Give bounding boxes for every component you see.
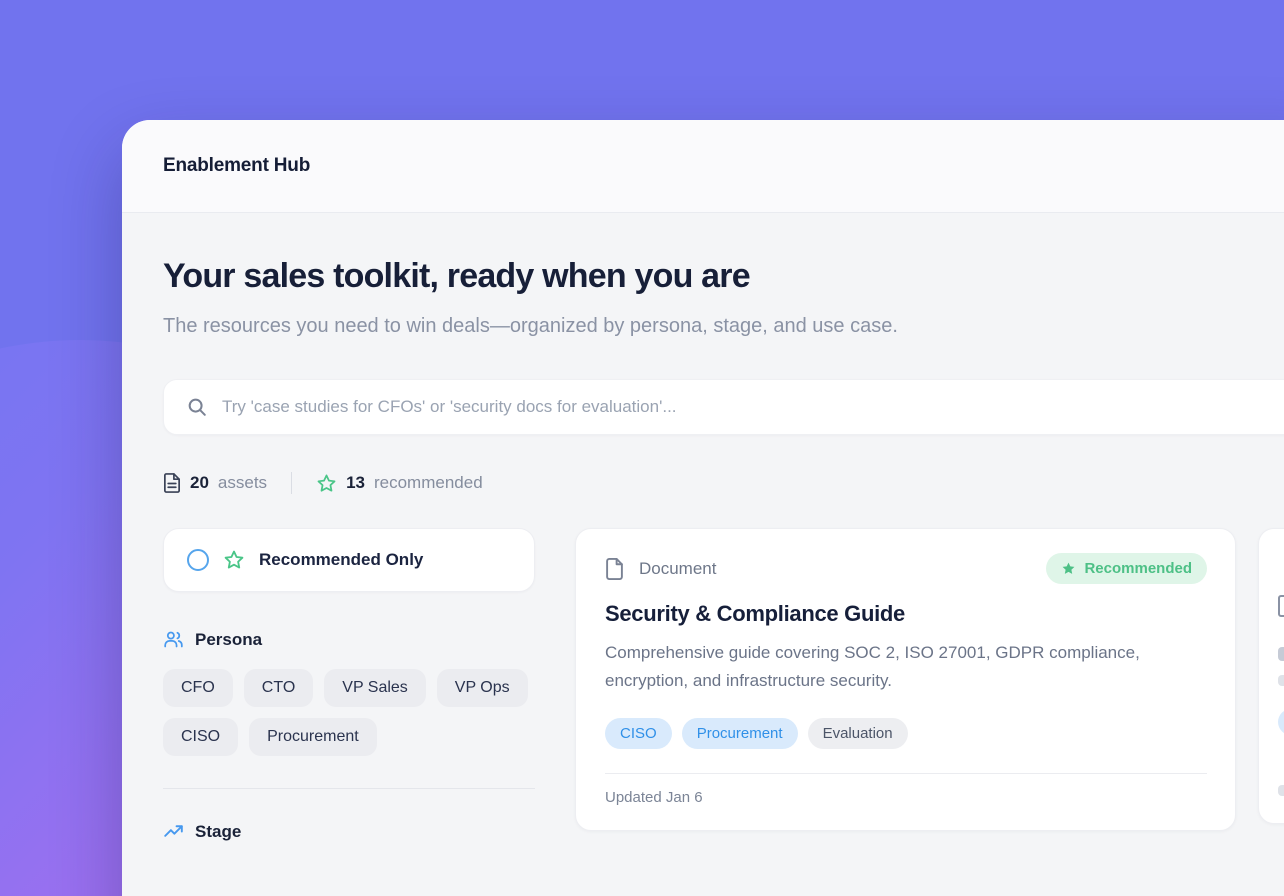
stats-divider: [291, 472, 292, 494]
persona-chip-ciso[interactable]: CISO: [163, 718, 238, 756]
star-outline-icon: [223, 549, 245, 571]
panel-header: Enablement Hub: [122, 120, 1284, 213]
assets-stat: 20 assets: [163, 473, 267, 493]
stage-section-heading: Stage: [163, 821, 535, 842]
persona-chip-vp-sales[interactable]: VP Sales: [324, 669, 426, 707]
search-input[interactable]: [222, 397, 1284, 417]
app-title: Enablement Hub: [163, 155, 310, 177]
tag-ciso[interactable]: CISO: [605, 718, 672, 749]
file-text-icon: [163, 473, 181, 493]
partial-tag-fragment: [1278, 709, 1284, 735]
partial-footer-fragment: [1278, 785, 1284, 796]
star-outline-icon: [316, 473, 337, 494]
page-subtitle: The resources you need to win deals—orga…: [163, 309, 993, 343]
app-background: Enablement Hub Your sales toolkit, ready…: [0, 0, 1284, 896]
recommended-only-label: Recommended Only: [259, 550, 423, 570]
users-icon: [163, 629, 184, 650]
search-bar[interactable]: [163, 379, 1284, 435]
recommended-label: recommended: [374, 473, 483, 493]
filters-sidebar: Recommended Only Persona: [163, 528, 535, 842]
persona-chip-cto[interactable]: CTO: [244, 669, 313, 707]
card-tags: CISO Procurement Evaluation: [605, 718, 1207, 749]
persona-chip-vp-ops[interactable]: VP Ops: [437, 669, 528, 707]
sidebar-divider: [163, 788, 535, 789]
stage-section-label: Stage: [195, 822, 241, 842]
card-footer-divider: [605, 773, 1207, 774]
assets-count: 20: [190, 473, 209, 493]
radio-circle-icon[interactable]: [187, 549, 209, 571]
card-description: Comprehensive guide covering SOC 2, ISO …: [605, 639, 1185, 695]
asset-card-security-compliance-guide[interactable]: Document Recommended: [575, 528, 1236, 831]
card-type: Document: [605, 557, 716, 581]
enablement-hub-panel: Enablement Hub Your sales toolkit, ready…: [122, 120, 1284, 896]
persona-chip-procurement[interactable]: Procurement: [249, 718, 377, 756]
card-updated-label: Updated Jan 6: [605, 789, 1207, 806]
persona-section-label: Persona: [195, 630, 262, 650]
trending-up-icon: [163, 821, 184, 842]
asset-card-partial[interactable]: [1258, 528, 1284, 824]
panel-content: Your sales toolkit, ready when you are T…: [122, 213, 1284, 842]
partial-description-fragment: [1278, 675, 1284, 686]
recommended-count: 13: [346, 473, 365, 493]
card-head: Document Recommended: [605, 553, 1207, 584]
recommended-only-toggle[interactable]: Recommended Only: [163, 528, 535, 592]
card-title: Security & Compliance Guide: [605, 601, 1207, 627]
star-filled-icon: [1061, 561, 1076, 576]
search-icon: [186, 396, 208, 418]
persona-section-heading: Persona: [163, 629, 535, 650]
stats-row: 20 assets 13 recommended: [163, 472, 1284, 494]
recommended-stat: 13 recommended: [316, 473, 483, 494]
partial-title-fragment: [1278, 647, 1284, 661]
page-title: Your sales toolkit, ready when you are: [163, 255, 1284, 297]
tag-evaluation[interactable]: Evaluation: [808, 718, 908, 749]
results-row: Recommended Only Persona: [163, 528, 1284, 842]
recommended-badge: Recommended: [1046, 553, 1207, 584]
file-icon: [605, 557, 624, 581]
persona-chip-list: CFO CTO VP Sales VP Ops CISO Procurement: [163, 669, 535, 756]
asset-cards-area: Document Recommended: [575, 528, 1284, 831]
card-type-label: Document: [639, 559, 716, 579]
assets-label: assets: [218, 473, 267, 493]
tag-procurement[interactable]: Procurement: [682, 718, 798, 749]
recommended-badge-label: Recommended: [1084, 560, 1192, 577]
persona-chip-cfo[interactable]: CFO: [163, 669, 233, 707]
file-icon: [1278, 595, 1284, 617]
